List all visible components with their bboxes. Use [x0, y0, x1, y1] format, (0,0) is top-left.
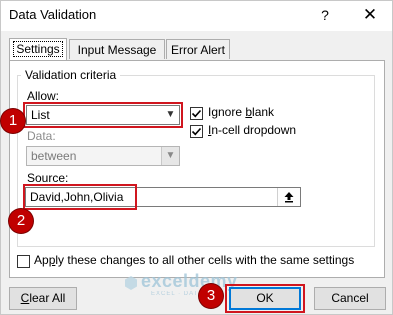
tab-settings[interactable]: Settings — [9, 38, 67, 60]
step-3-badge: 3 — [199, 284, 223, 308]
data-dropdown: between ▼ — [26, 146, 180, 166]
dialog-title: Data Validation — [9, 7, 97, 22]
source-label: Source: — [27, 171, 69, 185]
ignore-blank-label: Ignore blank — [208, 105, 275, 119]
ignore-blank-checkbox[interactable] — [190, 107, 203, 120]
apply-all-label: Apply these changes to all other cells w… — [34, 253, 355, 267]
close-button[interactable]: ✕ — [357, 3, 383, 27]
tab-error-alert-label: Error Alert — [170, 43, 225, 57]
apply-all-checkbox[interactable] — [17, 255, 30, 268]
allow-dropdown[interactable]: List ▼ — [26, 105, 180, 125]
allow-value: List — [31, 108, 50, 122]
upload-arrow-icon — [284, 192, 294, 203]
checkmark-icon — [191, 127, 202, 136]
cancel-button[interactable]: Cancel — [314, 287, 386, 310]
title-bar: Data Validation ? ✕ — [1, 1, 392, 31]
watermark-name: exceldemy — [141, 271, 238, 291]
source-field[interactable]: David,John,Olivia — [25, 187, 301, 207]
data-value: between — [31, 149, 77, 163]
tab-settings-label: Settings — [13, 41, 63, 57]
data-validation-dialog: Data Validation ? ✕ Settings Input Messa… — [0, 0, 393, 315]
tab-error-alert[interactable]: Error Alert — [166, 39, 230, 59]
tab-input-message-label: Input Message — [77, 43, 157, 57]
collapse-dialog-button[interactable] — [277, 188, 300, 206]
source-value: David,John,Olivia — [30, 190, 124, 204]
chevron-down-icon: ▼ — [165, 109, 176, 120]
allow-label: Allow: — [27, 89, 60, 103]
chevron-down-icon: ▼ — [161, 147, 179, 165]
step-2-badge: 2 — [9, 209, 33, 233]
data-label: Data: — [27, 129, 56, 143]
in-cell-dropdown-label: In-cell dropdown — [208, 123, 297, 137]
exceldemy-logo-icon — [125, 276, 137, 290]
ok-button[interactable]: OK — [229, 287, 301, 310]
step-1-badge: 1 — [1, 109, 25, 133]
validation-criteria-label: Validation criteria — [21, 68, 121, 82]
in-cell-dropdown-checkbox[interactable] — [190, 125, 203, 138]
tab-input-message[interactable]: Input Message — [69, 39, 165, 59]
clear-all-button[interactable]: Clear All — [9, 287, 77, 310]
checkmark-icon — [191, 109, 202, 118]
help-button[interactable]: ? — [313, 3, 337, 27]
